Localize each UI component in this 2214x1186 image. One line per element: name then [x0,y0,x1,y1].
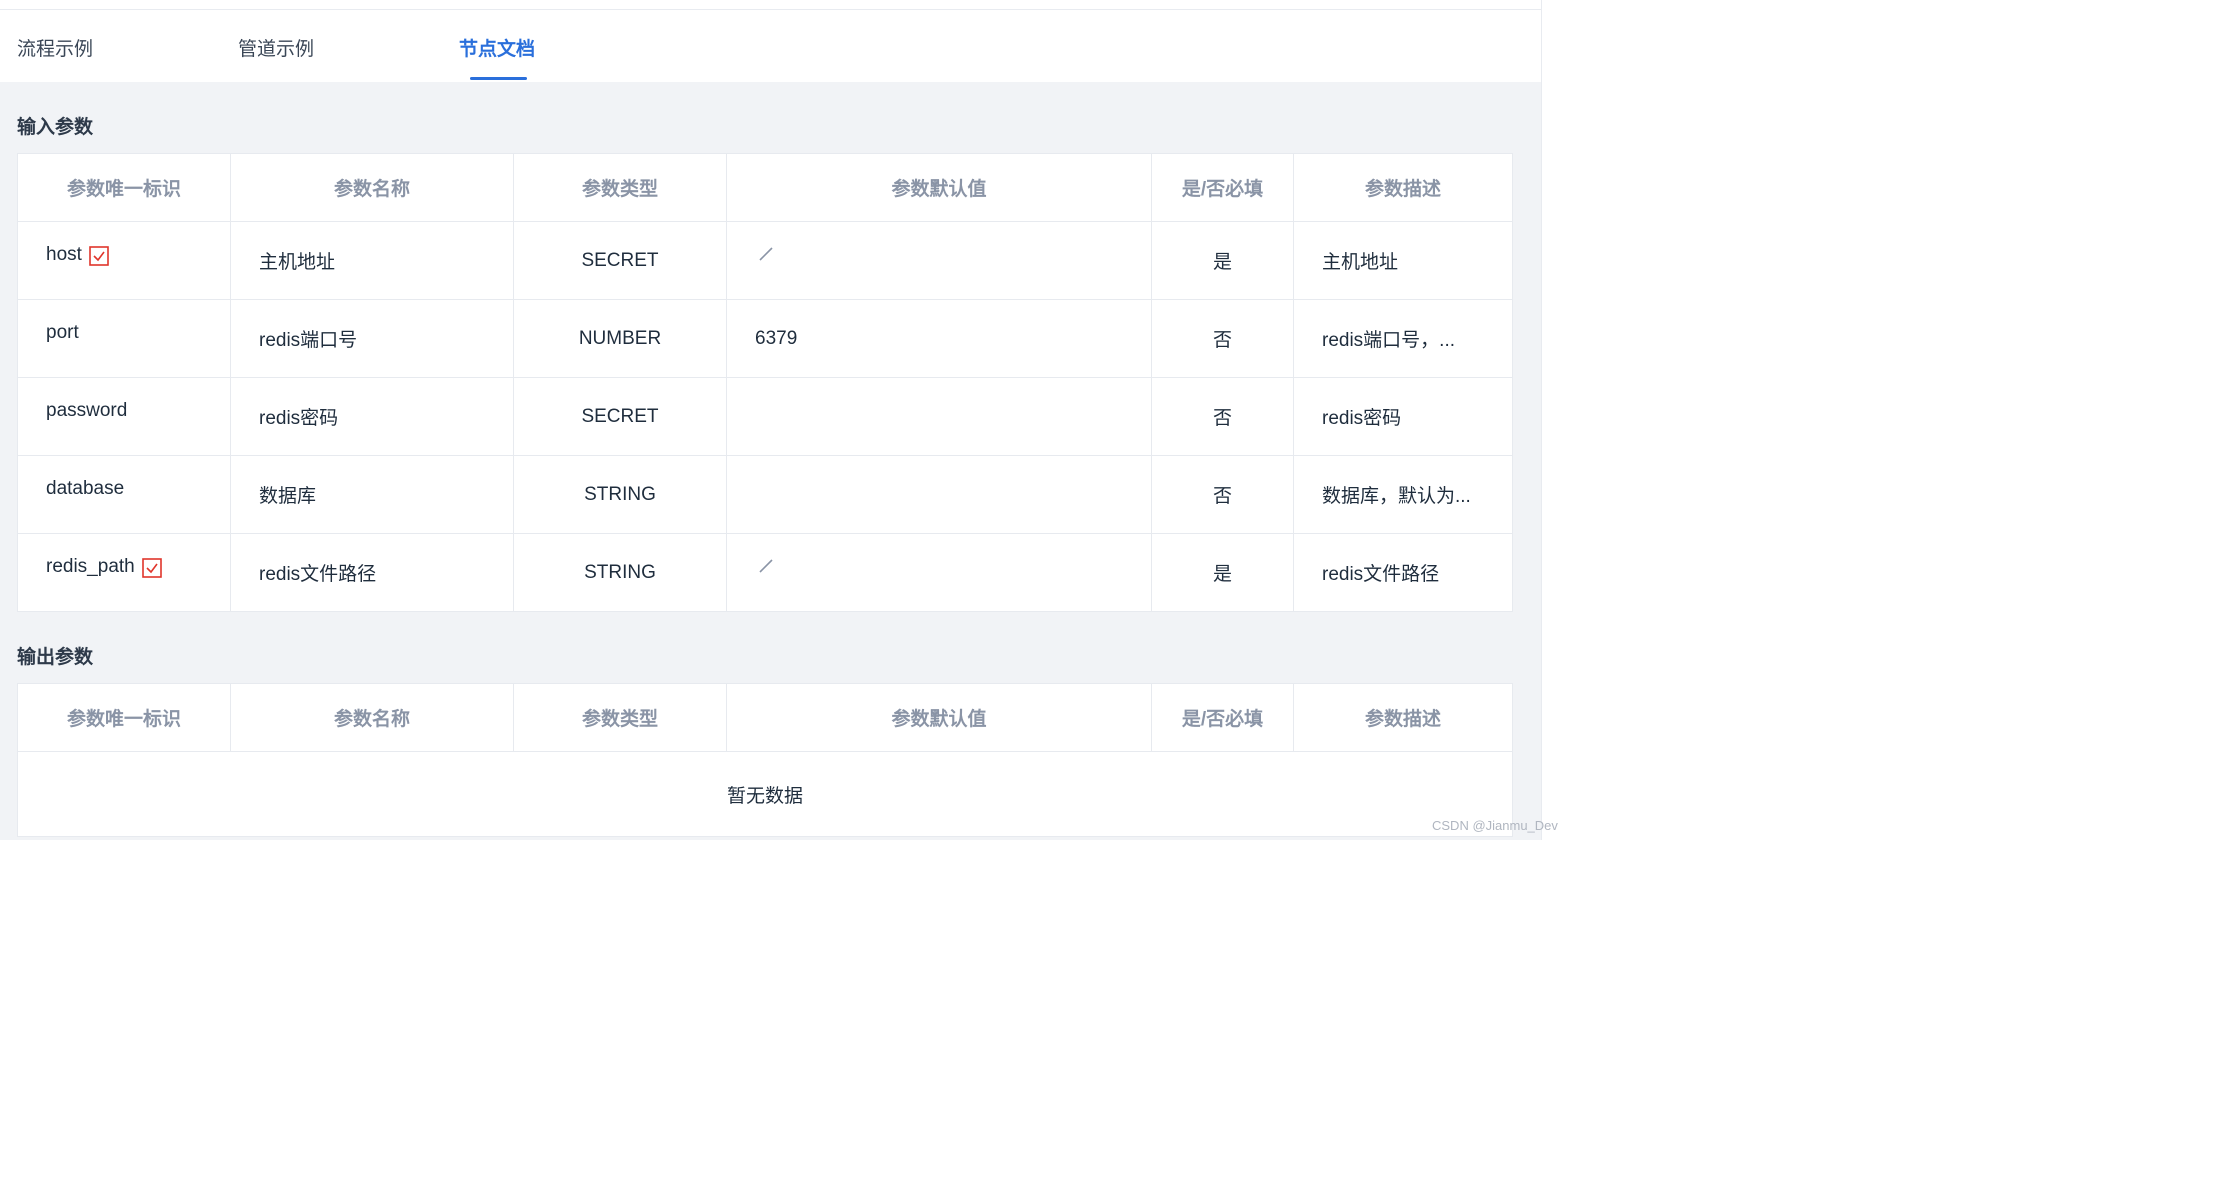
table-row: database 数据库 STRING 否 数据库，默认为... [17,455,1513,534]
param-default-cell [726,221,1152,300]
col-header-name: 参数名称 [230,683,514,752]
col-header-id: 参数唯一标识 [17,153,231,222]
param-id-cell: redis_path [17,533,231,612]
edit-pen-icon [755,243,777,265]
tab-pipeline-examples[interactable]: 管道示例 [238,34,314,82]
param-description: redis密码 [1293,377,1513,456]
param-description: redis文件路径 [1293,533,1513,612]
col-header-description: 参数描述 [1293,683,1513,752]
col-header-required: 是/否必填 [1151,153,1294,222]
param-name: 主机地址 [230,221,514,300]
top-bar [0,0,1541,10]
param-id: redis_path [46,556,135,577]
param-id: database [46,478,125,499]
table-header-row: 参数唯一标识 参数名称 参数类型 参数默认值 是/否必填 参数描述 [17,153,1513,222]
page-scrollbar[interactable] [1541,0,1569,840]
col-header-default: 参数默认值 [726,683,1152,752]
param-required: 是 [1151,221,1294,300]
param-default [726,455,1152,534]
col-header-type: 参数类型 [513,153,727,222]
table-row: port redis端口号 NUMBER 6379 否 redis端口号，... [17,299,1513,378]
param-default: 6379 [726,299,1152,378]
param-description: 数据库，默认为... [1293,455,1513,534]
param-type: STRING [513,533,727,612]
param-description: redis端口号，... [1293,299,1513,378]
col-header-default: 参数默认值 [726,153,1152,222]
tab-bar: 流程示例 管道示例 节点文档 [0,10,1541,82]
required-check-icon [89,246,109,266]
param-id-cell: password [17,377,231,456]
tab-node-docs[interactable]: 节点文档 [459,34,535,82]
input-params-table: 参数唯一标识 参数名称 参数类型 参数默认值 是/否必填 参数描述 host 主… [17,153,1513,612]
param-default [726,377,1152,456]
param-type: NUMBER [513,299,727,378]
param-id: password [46,400,128,421]
col-header-name: 参数名称 [230,153,514,222]
table-row: host 主机地址 SECRET 是 主机地址 [17,221,1513,300]
param-id-cell: port [17,299,231,378]
col-header-id: 参数唯一标识 [17,683,231,752]
empty-row: 暂无数据 [17,751,1513,837]
watermark: CSDN @Jianmu_Dev [1432,818,1558,833]
param-type: STRING [513,455,727,534]
param-id: host [46,244,82,265]
param-name: redis文件路径 [230,533,514,612]
param-id-cell: host [17,221,231,300]
param-required: 是 [1151,533,1294,612]
table-header-row: 参数唯一标识 参数名称 参数类型 参数默认值 是/否必填 参数描述 [17,683,1513,752]
edit-pen-icon [755,555,777,577]
empty-state-text: 暂无数据 [17,751,1513,837]
param-default-cell [726,533,1152,612]
param-description: 主机地址 [1293,221,1513,300]
input-params-title: 输入参数 [17,117,94,138]
col-header-description: 参数描述 [1293,153,1513,222]
param-id: port [46,322,79,343]
tab-flow-examples[interactable]: 流程示例 [17,34,93,82]
output-params-title: 输出参数 [17,647,94,668]
param-id-cell: database [17,455,231,534]
table-row: password redis密码 SECRET 否 redis密码 [17,377,1513,456]
param-required: 否 [1151,455,1294,534]
param-name: redis端口号 [230,299,514,378]
output-params-table: 参数唯一标识 参数名称 参数类型 参数默认值 是/否必填 参数描述 暂无数据 [17,683,1513,837]
param-required: 否 [1151,377,1294,456]
required-check-icon [141,558,162,578]
col-header-required: 是/否必填 [1151,683,1294,752]
param-name: redis密码 [230,377,514,456]
param-name: 数据库 [230,455,514,534]
param-type: SECRET [513,377,727,456]
param-type: SECRET [513,221,727,300]
active-tab-indicator [470,77,527,80]
col-header-type: 参数类型 [513,683,727,752]
table-row: redis_path redis文件路径 STRING 是 redis文件路径 [17,533,1513,612]
param-required: 否 [1151,299,1294,378]
